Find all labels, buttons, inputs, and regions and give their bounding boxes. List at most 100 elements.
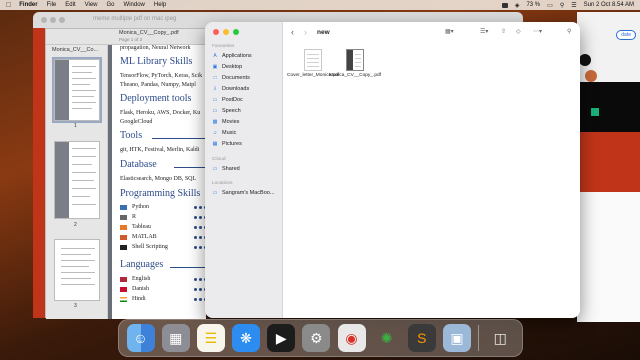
- apple-icon[interactable]: : [6, 2, 11, 9]
- thumb-line: [61, 278, 91, 279]
- cv-text-line: Theano, Pandas, Numpy, Matpl: [120, 82, 196, 88]
- sidebar-item-music[interactable]: ♫ Music: [212, 130, 236, 136]
- search-icon[interactable]: ⚲: [560, 2, 564, 9]
- sidebar-item-shared[interactable]: ▭ Shared: [212, 166, 240, 172]
- update-button[interactable]: date: [616, 30, 636, 40]
- preview-icon[interactable]: ▣: [442, 324, 471, 352]
- background-browser-content: date: [577, 12, 640, 322]
- sidebar-item-label: PostDoc: [222, 97, 243, 103]
- zoom-dot-icon[interactable]: [59, 17, 65, 23]
- menu-window[interactable]: Window: [124, 2, 145, 8]
- forward-icon[interactable]: ›: [304, 27, 307, 37]
- thumb-sidebar-column: [55, 60, 69, 120]
- trash-icon[interactable]: ◫: [486, 324, 514, 352]
- group-icon[interactable]: ☰▾: [480, 28, 488, 35]
- sidebar-item-pictures[interactable]: ▦ Pictures: [212, 141, 242, 147]
- file-icon-line: [307, 62, 319, 63]
- chrome-icon[interactable]: ◉: [337, 324, 366, 352]
- close-dot-icon[interactable]: [41, 17, 47, 23]
- menu-bar:  Finder File Edit View Go Window Help ◈…: [0, 0, 640, 10]
- zoom-button[interactable]: [233, 29, 239, 35]
- sidebar-item-movies[interactable]: ▩ Movies: [212, 119, 240, 125]
- sidebar-item-applications[interactable]: A Applications: [212, 53, 251, 59]
- thumb-sidebar-column: [55, 142, 69, 218]
- red-banner: [577, 132, 640, 192]
- thumb-line: [61, 284, 95, 285]
- minimize-button[interactable]: [223, 29, 229, 35]
- sidebar-section-locations: Locations: [212, 181, 233, 186]
- red-side-strip: [33, 28, 45, 318]
- skill-item: Shell Scripting: [132, 244, 168, 250]
- spinner-icon[interactable]: ✺: [373, 324, 401, 352]
- file-icon-line: [355, 54, 361, 55]
- sublime-text-icon[interactable]: S: [407, 324, 436, 352]
- sidebar-item-label: Desktop: [222, 64, 243, 70]
- share-icon[interactable]: ⇧: [501, 28, 506, 35]
- file-icon-line: [355, 66, 361, 67]
- clock[interactable]: Sun 2 Oct 8.54 AM: [584, 2, 634, 8]
- notes-icon[interactable]: ☰: [196, 324, 225, 352]
- sidebar-item-macbook[interactable]: ▭ Sangram's MacBoo...: [212, 190, 275, 196]
- close-button[interactable]: [213, 29, 219, 35]
- sidebar-item-label: Downloads: [222, 86, 250, 92]
- more-icon[interactable]: ⋯▾: [533, 28, 542, 35]
- sidebar-item-desktop[interactable]: ▣ Desktop: [212, 64, 243, 70]
- avatar[interactable]: [585, 70, 597, 82]
- finder-icon[interactable]: ☺: [126, 324, 155, 352]
- menu-go[interactable]: Go: [107, 2, 115, 8]
- tableau-icon: [120, 225, 127, 230]
- thumb-line: [72, 66, 96, 67]
- dropbox-icon[interactable]: [501, 2, 508, 8]
- final-cut-icon[interactable]: ▶: [267, 324, 296, 352]
- language-item: English: [132, 276, 151, 282]
- pdf-file-icon: [304, 49, 322, 71]
- search-icon[interactable]: ⚲: [567, 28, 571, 35]
- wifi-icon[interactable]: ◈: [515, 2, 520, 9]
- page-number-2: 2: [74, 222, 77, 228]
- launchpad-icon[interactable]: ▦: [161, 324, 190, 352]
- battery-percent[interactable]: 73 %: [526, 2, 540, 8]
- preview-title: Monica_CV__Copy_.pdf: [119, 30, 179, 36]
- cv-text-line: GoogleCloud: [120, 119, 153, 125]
- laptop-icon: ▭: [212, 190, 218, 196]
- preview-titlebar[interactable]: Monica_CV__Copy_.pdf Page 1 of 3: [46, 29, 206, 45]
- thumbnail-sidebar: Monica_CV__Co... 1 2 3: [46, 45, 108, 319]
- menu-edit[interactable]: Edit: [65, 2, 75, 8]
- view-grid-icon[interactable]: ▦▾: [445, 28, 454, 35]
- cv-heading-database: Database: [120, 159, 157, 170]
- language-item: Hindi: [132, 296, 146, 302]
- menu-help[interactable]: Help: [154, 2, 166, 8]
- menu-view[interactable]: View: [85, 2, 98, 8]
- menu-app-name[interactable]: Finder: [19, 2, 37, 8]
- sidebar-item-speech[interactable]: ▭ Speech: [212, 108, 241, 114]
- sidebar-item-label: Pictures: [222, 141, 242, 147]
- sidebar-item-documents[interactable]: □ Documents: [212, 75, 249, 81]
- safari-icon[interactable]: ❋: [232, 324, 261, 352]
- movies-icon: ▩: [212, 119, 218, 125]
- file-item-monica-cv[interactable]: Monica_CV__Copy_.pdf: [329, 49, 381, 79]
- page-thumbnail-3[interactable]: [54, 239, 100, 301]
- background-window-title: meme multiple pdf on mac ipeg: [93, 16, 177, 22]
- file-icon-line: [355, 62, 361, 63]
- back-icon[interactable]: ‹: [291, 27, 294, 37]
- battery-icon[interactable]: ▭: [547, 2, 553, 9]
- tag-icon[interactable]: ◇: [516, 28, 521, 35]
- cv-heading-tools: Tools: [120, 130, 143, 141]
- thumb-line: [61, 260, 95, 261]
- minimize-dot-icon[interactable]: [50, 17, 56, 23]
- thumb-line: [72, 164, 92, 165]
- page-thumbnail-2[interactable]: [54, 141, 100, 219]
- thumb-line: [72, 180, 94, 181]
- sidebar-item-label: Movies: [222, 119, 240, 125]
- page-thumbnail-1[interactable]: [52, 57, 102, 123]
- pdf-page-view[interactable]: propagation, Neural Network ML Library S…: [108, 45, 206, 319]
- sidebar-item-downloads[interactable]: ⇩ Downloads: [212, 86, 249, 92]
- system-settings-icon[interactable]: ⚙: [302, 324, 331, 352]
- green-badge-icon: [591, 108, 599, 116]
- sidebar-item-postdoc[interactable]: ▭ PostDoc: [212, 97, 243, 103]
- dark-strip: [577, 82, 640, 132]
- menu-file[interactable]: File: [47, 2, 57, 8]
- github-icon[interactable]: [579, 54, 591, 66]
- control-center-icon[interactable]: ☰: [571, 2, 576, 9]
- shell-icon: [120, 245, 127, 250]
